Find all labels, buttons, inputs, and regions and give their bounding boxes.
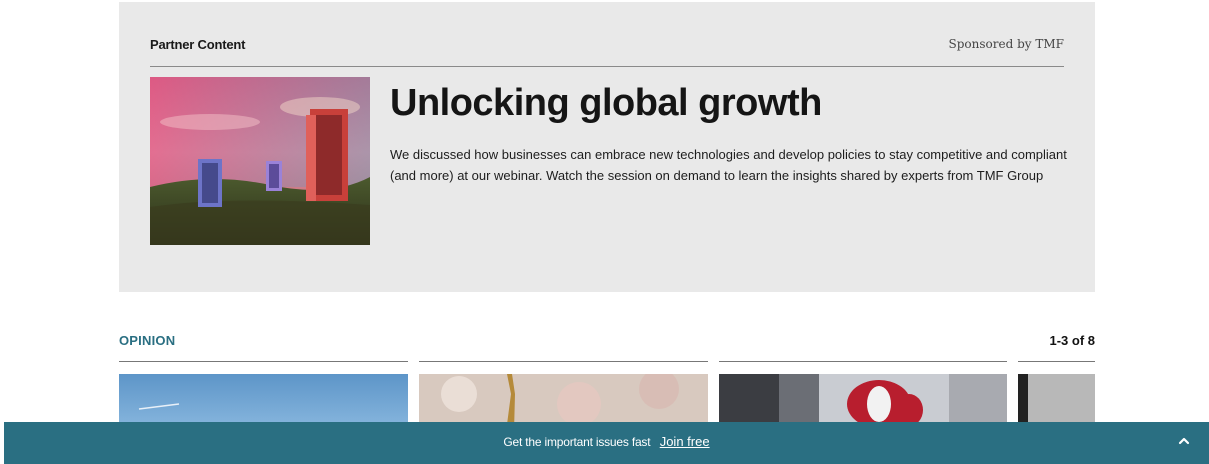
- opinion-card[interactable]: [1018, 361, 1095, 431]
- opinion-section-title[interactable]: OPINION: [119, 333, 175, 348]
- promo-image[interactable]: [150, 77, 370, 245]
- opinion-card[interactable]: [119, 361, 408, 431]
- join-free-link[interactable]: Join free: [660, 434, 710, 449]
- promo-title[interactable]: Unlocking global growth: [390, 80, 822, 126]
- signup-banner-content: Get the important issues fast Join free: [4, 434, 1209, 449]
- sponsor-label: Sponsored by TMF: [948, 37, 1064, 51]
- opinion-card[interactable]: [719, 361, 1007, 431]
- opinion-pager: 1-3 of 8: [1049, 333, 1095, 348]
- opinion-card[interactable]: [419, 361, 708, 431]
- chevron-up-icon[interactable]: [1177, 434, 1191, 448]
- partner-content-label: Partner Content: [150, 37, 246, 52]
- promo-description: We discussed how businesses can embrace …: [390, 147, 1067, 183]
- signup-banner-text: Get the important issues fast: [503, 435, 651, 449]
- partner-content-panel: Partner Content Sponsored by TMF Unlocki…: [119, 2, 1095, 292]
- signup-banner: Get the important issues fast Join free: [4, 422, 1209, 464]
- partner-header: Partner Content Sponsored by TMF: [150, 35, 1064, 67]
